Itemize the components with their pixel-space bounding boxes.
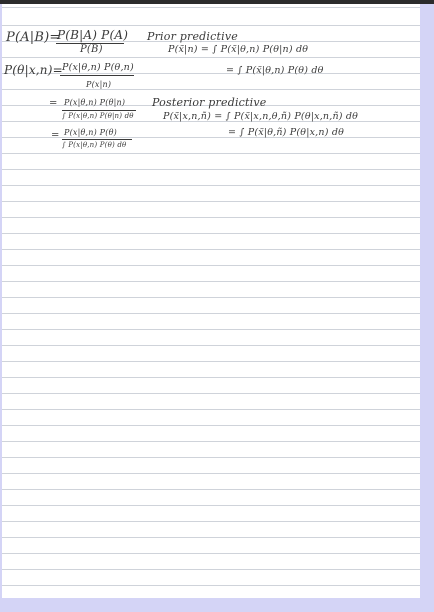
posterior-lhs: P(θ|x,n)= (4, 63, 63, 77)
posterior3-equals: = (51, 130, 60, 141)
bayes-denominator: P(B) (80, 44, 103, 55)
posterior2-equals: = (49, 98, 58, 109)
posterior3-denominator: ∫ P(x|θ,n) P(θ) dθ (62, 141, 127, 149)
prior-predictive-line1: P(x̃|n) = ∫ P(x̃|θ,n) P(θ|n) dθ (168, 44, 309, 55)
prior-predictive-line2: = ∫ P(x̃|θ,n) P(θ) dθ (226, 65, 324, 76)
posterior2-numerator: P(x|θ,n) P(θ|n) (64, 98, 126, 107)
bayes-lhs: P(A|B)= (6, 30, 61, 45)
posterior-predictive-line2: = ∫ P(x̃|θ,ñ) P(θ|x,n) dθ (228, 127, 345, 138)
posterior-predictive-title: Posterior predictive (152, 96, 267, 109)
posterior-predictive-line1: P(x̃|x,n,ñ) = ∫ P(x̃|x,n,θ,ñ) P(θ|x,n,ñ)… (163, 111, 359, 122)
posterior3-fraction-bar (62, 139, 132, 140)
posterior3-numerator: P(x|θ,n) P(θ) (64, 128, 117, 137)
posterior2-denominator: ∫ P(x|θ,n) P(θ|n) dθ (62, 112, 134, 120)
posterior2-fraction-bar (62, 110, 136, 111)
posterior-denominator: P(x|n) (86, 80, 112, 89)
posterior-fraction-bar (60, 75, 134, 76)
posterior-numerator: P(x|θ,n) P(θ,n) (62, 62, 134, 73)
notebook-page: P(A|B)= P(B|A) P(A) P(B) P(θ|x,n)= P(x|θ… (2, 4, 420, 598)
prior-predictive-title: Prior predictive (147, 30, 238, 43)
bayes-numerator: P(B|A) P(A) (57, 28, 129, 42)
